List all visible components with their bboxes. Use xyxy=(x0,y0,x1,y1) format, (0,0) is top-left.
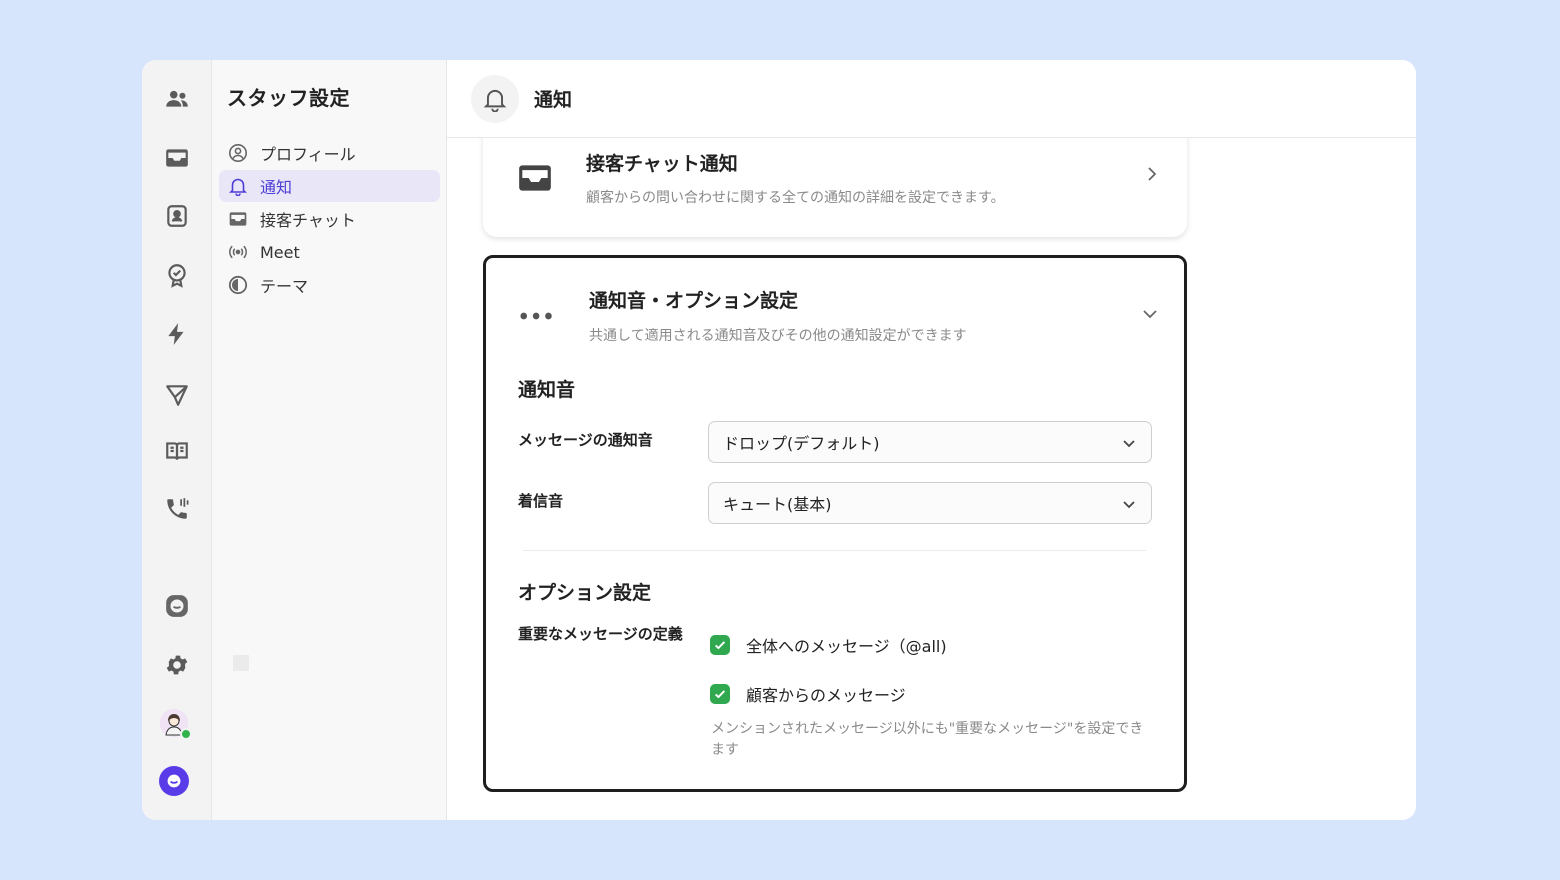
nav-item-label: テーマ xyxy=(260,277,309,296)
bell-icon xyxy=(471,74,519,123)
chevron-right-icon[interactable] xyxy=(1142,164,1162,188)
sound-section-title: 通知音 xyxy=(518,379,576,401)
icon-rail xyxy=(142,60,212,820)
chevron-down-icon xyxy=(1121,496,1137,516)
nav-item-chat[interactable]: 接客チャット xyxy=(219,203,440,235)
settings-nav: スタッフ設定 プロフィール 通知 接客チャット Meet テーマ xyxy=(212,60,447,820)
ringtone-select[interactable]: キュート(基本) xyxy=(708,482,1152,524)
checkbox-checked[interactable] xyxy=(710,684,730,704)
placeholder-square xyxy=(233,655,249,671)
inbox-icon xyxy=(228,209,248,229)
checkbox-label: 顧客からのメッセージ xyxy=(746,686,906,705)
inbox-icon[interactable] xyxy=(162,143,192,173)
message-sound-label: メッセージの通知音 xyxy=(518,431,653,449)
sound-option-card: 通知音・オプション設定 共通して適用される通知音及びその他の通知設定ができます … xyxy=(483,255,1187,792)
page-header: 通知 xyxy=(447,60,1416,138)
users-icon[interactable] xyxy=(162,84,192,114)
chat-card-title: 接客チャット通知 xyxy=(586,153,738,175)
chevron-down-icon[interactable] xyxy=(1140,304,1160,328)
chat-card-subtitle: 顧客からの問い合わせに関する全ての通知の詳細を設定できます。 xyxy=(586,190,1005,206)
nav-item-profile[interactable]: プロフィール xyxy=(219,137,440,169)
bolt-icon[interactable] xyxy=(162,319,192,349)
user-circle-icon xyxy=(228,143,248,163)
options-card-subtitle: 共通して適用される通知音及びその他の通知設定ができます xyxy=(589,328,967,344)
settings-nav-list: プロフィール 通知 接客チャット Meet テーマ xyxy=(219,137,440,302)
chat-bubble-icon[interactable] xyxy=(162,591,192,621)
message-sound-select[interactable]: ドロップ(デフォルト) xyxy=(708,421,1152,463)
main-content: 通知 接客チャット通知 顧客からの問い合わせに関する全ての通知の詳細を設定できま… xyxy=(447,60,1416,820)
nav-item-theme[interactable]: テーマ xyxy=(219,269,440,301)
gear-icon[interactable] xyxy=(162,650,192,680)
brand-icon[interactable] xyxy=(159,766,189,796)
inbox-icon xyxy=(515,158,555,198)
checkbox-customer-message[interactable]: 顧客からのメッセージ xyxy=(710,682,906,706)
nav-item-label: プロフィール xyxy=(260,145,356,164)
nav-item-label: Meet xyxy=(260,242,300,262)
ringtone-value: キュート(基本) xyxy=(723,495,832,514)
send-icon[interactable] xyxy=(162,380,192,410)
checkbox-checked[interactable] xyxy=(710,635,730,655)
nav-item-label: 接客チャット xyxy=(260,211,356,230)
options-card-title: 通知音・オプション設定 xyxy=(589,290,799,312)
phone-icon[interactable] xyxy=(162,494,192,524)
nav-item-notification[interactable]: 通知 xyxy=(219,170,440,202)
page-title: 通知 xyxy=(534,89,573,111)
broadcast-icon xyxy=(228,242,248,262)
checkbox-label: 全体へのメッセージ（@all) xyxy=(746,637,947,656)
half-circle-icon xyxy=(228,275,248,295)
checkbox-all-message[interactable]: 全体へのメッセージ（@all) xyxy=(710,633,947,657)
contact-card-icon[interactable] xyxy=(162,201,192,231)
avatar[interactable] xyxy=(160,709,192,740)
book-icon[interactable] xyxy=(162,436,192,466)
app-window: スタッフ設定 プロフィール 通知 接客チャット Meet テーマ 通知 接客チャ… xyxy=(142,60,1416,820)
important-message-hint: メンションされたメッセージ以外にも"重要なメッセージ"を設定できます xyxy=(711,721,1144,758)
online-status-dot xyxy=(180,728,192,740)
option-section-title: オプション設定 xyxy=(518,582,652,604)
more-dots-icon xyxy=(518,296,558,336)
nav-item-label: 通知 xyxy=(260,178,293,197)
sidebar-title: スタッフ設定 xyxy=(227,86,350,110)
badge-check-icon[interactable] xyxy=(162,260,192,290)
nav-item-meet[interactable]: Meet xyxy=(219,236,440,268)
chevron-down-icon xyxy=(1121,435,1137,455)
section-divider xyxy=(523,550,1146,551)
bell-icon xyxy=(228,176,248,196)
message-sound-value: ドロップ(デフォルト) xyxy=(723,434,880,453)
ringtone-label: 着信音 xyxy=(518,492,564,510)
important-message-label: 重要なメッセージの定義 xyxy=(518,625,683,643)
